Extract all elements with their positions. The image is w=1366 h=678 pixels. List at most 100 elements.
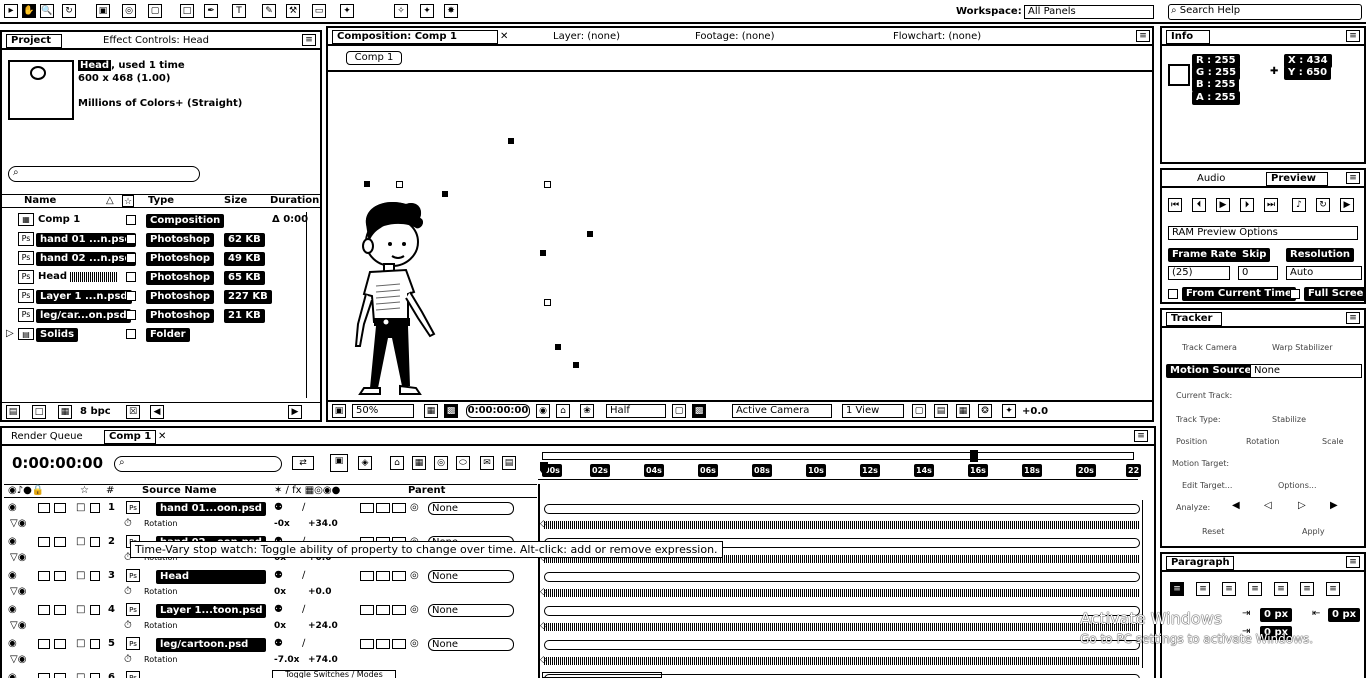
eye-icon[interactable]: ◉	[8, 502, 17, 514]
info-panel-menu-icon[interactable]: ≡	[1346, 30, 1360, 42]
list-item[interactable]: ▷ ▤ Solids Folder	[2, 326, 320, 343]
comp-mini-flowchart-icon[interactable]: ⇄	[292, 456, 314, 470]
new-folder-icon[interactable]: □	[32, 405, 46, 419]
list-item[interactable]: ▦ Comp 1 Composition Δ 0:00	[2, 212, 320, 229]
column-duration[interactable]: Duration	[270, 195, 319, 207]
motion-path-keyframe[interactable]	[544, 181, 551, 188]
motion-path-keyframe[interactable]	[555, 344, 561, 350]
shy-switch-icon[interactable]: ⚉	[274, 502, 283, 514]
motion-blur-switch[interactable]	[376, 571, 390, 581]
draft-3d-icon[interactable]: ◈	[358, 456, 372, 470]
indent-right-value[interactable]: 0 px	[1328, 608, 1361, 622]
resolution-select[interactable]: Half	[606, 404, 666, 418]
hand-tool-icon[interactable]: ✋	[22, 4, 36, 18]
label-color-swatch[interactable]	[126, 234, 136, 244]
comp-navigator-button[interactable]: Comp 1	[346, 51, 402, 65]
paragraph-panel-menu-icon[interactable]: ≡	[1346, 556, 1360, 568]
panel-menu-icon[interactable]: ≡	[302, 34, 316, 46]
snapshot-camera-icon[interactable]: ◉	[536, 404, 550, 418]
solo-switch[interactable]	[38, 537, 50, 547]
parent-select[interactable]: None	[428, 570, 514, 583]
motion-path-keyframe[interactable]	[508, 138, 514, 144]
shy-switch-icon[interactable]: ⚉	[274, 638, 283, 650]
brainstorm-icon[interactable]: ⬭	[456, 456, 470, 470]
label-color-icon[interactable]: □	[76, 672, 85, 678]
adjustment-switch[interactable]	[392, 571, 406, 581]
list-item[interactable]: Ps Layer 1 ...n.psd Photoshop 227 KB	[2, 288, 320, 305]
motion-path-keyframe[interactable]	[544, 299, 551, 306]
work-area-bar[interactable]	[542, 452, 1134, 460]
hide-shy-layers-icon[interactable]: ⌂	[390, 456, 404, 470]
safe-zones-icon[interactable]: ▦	[424, 404, 438, 418]
tab-info[interactable]: Info	[1166, 30, 1210, 44]
label-color-swatch[interactable]	[126, 215, 136, 225]
motion-blur-switch[interactable]	[376, 639, 390, 649]
region-of-interest-icon[interactable]: ▢	[672, 404, 686, 418]
justify-center-icon[interactable]: ≡	[1274, 582, 1288, 596]
comp-viewer[interactable]	[330, 72, 1150, 398]
property-value-degrees[interactable]: +34.0	[308, 518, 338, 530]
frame-rate-select[interactable]: (25)	[1168, 266, 1230, 280]
puppet-pin-tool-icon[interactable]: ✧	[394, 4, 408, 18]
position-checkbox-label[interactable]: Position	[1176, 436, 1207, 448]
timeline-icon[interactable]: ▦	[956, 404, 970, 418]
flowchart-icon[interactable]: ❂	[978, 404, 992, 418]
edit-target-button[interactable]: Edit Target...	[1182, 480, 1232, 492]
source-name-column[interactable]: Source Name	[142, 485, 217, 497]
fx-switch[interactable]	[360, 571, 374, 581]
motion-source-select[interactable]: None	[1250, 364, 1362, 378]
label-color-swatch[interactable]	[126, 291, 136, 301]
live-update-icon[interactable]: ▣	[330, 454, 348, 472]
scroll-right-icon[interactable]: ▶	[288, 405, 302, 419]
next-frame-icon[interactable]: ⏵	[1240, 198, 1254, 212]
brush-tool-icon[interactable]: ✎	[262, 4, 276, 18]
label-color-icon[interactable]: □	[76, 638, 85, 650]
parent-select[interactable]: None	[428, 604, 514, 617]
camera-view-select[interactable]: Active Camera	[732, 404, 832, 418]
comp-panel-menu-icon[interactable]: ≡	[1136, 30, 1150, 42]
fast-previews-icon[interactable]: ▤	[934, 404, 948, 418]
motion-path-keyframe[interactable]	[396, 181, 403, 188]
exposure-value[interactable]: +0.0	[1022, 406, 1048, 418]
search-help-field[interactable]: ⌕ Search Help	[1168, 4, 1362, 20]
scroll-left-icon[interactable]: ◀	[150, 405, 164, 419]
lock-switch[interactable]	[54, 673, 66, 678]
layer-duration-bar[interactable]	[544, 606, 1140, 616]
lock-switch[interactable]	[54, 537, 66, 547]
close-comp-tab-icon[interactable]: ✕	[158, 431, 166, 443]
time-ruler[interactable]: 00s 02s 04s 06s 08s 10s 12s 14s 16s 18s …	[538, 450, 1142, 482]
selection-tool-icon[interactable]: ▸	[4, 4, 18, 18]
justify-all-icon[interactable]: ≡	[1326, 582, 1340, 596]
column-name[interactable]: Name	[24, 195, 56, 207]
stopwatch-icon[interactable]: ⏱	[124, 654, 132, 666]
expand-layer-icon[interactable]: ▽◉	[10, 620, 26, 632]
quality-switch-icon[interactable]: ∕	[302, 502, 305, 514]
align-right-icon[interactable]: ≡	[1222, 582, 1236, 596]
column-size[interactable]: Size	[224, 195, 247, 207]
lock-switch[interactable]	[54, 639, 66, 649]
mask-tool-icon[interactable]: ▢	[148, 4, 162, 18]
list-item[interactable]: Ps hand 02 ...n.psd Photoshop 49 KB	[2, 250, 320, 267]
label-color-swatch[interactable]	[126, 329, 136, 339]
solo-switch[interactable]	[38, 503, 50, 513]
layer-duration-bar[interactable]	[544, 504, 1140, 514]
parent-pickwhip-icon[interactable]: ◎	[410, 502, 419, 514]
adjustment-switch[interactable]	[392, 639, 406, 649]
work-area-start-marker[interactable]	[970, 450, 978, 462]
lock-switch[interactable]	[54, 605, 66, 615]
first-frame-icon[interactable]: ⏮	[1168, 198, 1182, 212]
reset-exposure-icon[interactable]: ✦	[1002, 404, 1016, 418]
ram-preview-options-select[interactable]: RAM Preview Options	[1168, 226, 1358, 240]
property-value-degrees[interactable]: +74.0	[308, 654, 338, 666]
new-composition-icon[interactable]: ▦	[58, 405, 72, 419]
rotate-tool-icon[interactable]: ↻	[62, 4, 76, 18]
puppet-overlap-icon[interactable]: ✦	[420, 4, 434, 18]
property-value-revolutions[interactable]: 0x	[274, 586, 286, 598]
from-current-time-checkbox[interactable]	[1168, 289, 1178, 299]
keyframe-icon[interactable]: ◇	[540, 654, 547, 666]
preview-panel-menu-icon[interactable]: ≡	[1346, 172, 1360, 184]
list-item[interactable]: Ps Head Photoshop 65 KB	[2, 269, 320, 286]
label-color-swatch[interactable]	[126, 272, 136, 282]
parent-select[interactable]: None	[428, 502, 514, 515]
property-value-degrees[interactable]: +0.0	[308, 586, 331, 598]
